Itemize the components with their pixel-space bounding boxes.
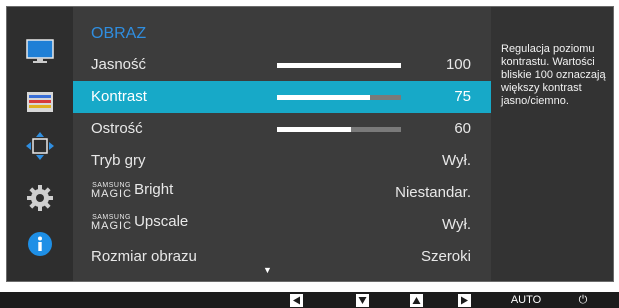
auto-button[interactable]: AUTO <box>506 292 546 308</box>
info-icon[interactable] <box>25 229 55 259</box>
left-button[interactable] <box>290 292 303 308</box>
magic-brand: SAMSUNG MAGIC <box>91 214 133 233</box>
menu-item-kontrast[interactable]: Kontrast 75 <box>73 81 491 113</box>
menu-item-ostrosc[interactable]: Ostrość 60 <box>73 113 491 145</box>
menu-item-label: SAMSUNG MAGIC Upscale <box>91 213 189 233</box>
menu-item-label: Rozmiar obrazu <box>91 248 197 265</box>
sharpness-slider[interactable] <box>277 127 401 132</box>
picture-menu: OBRAZ Jasność 100 Kontrast 75 Ostrość 60… <box>73 7 491 281</box>
menu-item-value: Wył. <box>441 152 471 169</box>
button-guide-bar: AUTO ⏻ <box>0 292 619 308</box>
contrast-slider[interactable] <box>277 95 401 100</box>
up-arrow-icon <box>410 293 423 307</box>
menu-item-value: 75 <box>454 88 471 105</box>
menu-item-label: SAMSUNG MAGIC Bright <box>91 181 174 201</box>
menu-item-value: 60 <box>454 120 471 137</box>
magic-brand: SAMSUNG MAGIC <box>91 182 133 201</box>
size-position-icon[interactable] <box>25 131 55 161</box>
color-bars-icon[interactable] <box>25 87 55 117</box>
down-arrow-icon <box>356 293 369 307</box>
menu-item-value: 100 <box>445 56 471 73</box>
brightness-slider[interactable] <box>277 63 401 68</box>
menu-item-label: Jasność <box>91 56 147 73</box>
menu-item-tryb-gry[interactable]: Tryb gry Wył. <box>73 145 491 177</box>
menu-item-magic-bright[interactable]: SAMSUNG MAGIC Bright Niestandar. <box>73 177 491 209</box>
power-icon: ⏻ <box>578 293 588 306</box>
menu-title: OBRAZ <box>91 25 147 42</box>
left-arrow-icon <box>290 293 303 307</box>
menu-item-label: Kontrast <box>91 88 147 105</box>
menu-item-magic-upscale[interactable]: SAMSUNG MAGIC Upscale Wył. <box>73 209 491 241</box>
menu-item-value: Szeroki <box>420 248 471 265</box>
gear-icon[interactable] <box>25 183 55 213</box>
down-button[interactable] <box>356 292 369 308</box>
right-arrow-icon <box>458 293 471 307</box>
monitor-icon[interactable] <box>25 37 55 67</box>
slider-fill <box>277 63 401 68</box>
up-button[interactable] <box>410 292 423 308</box>
help-text: Regulacja poziomu kontrastu. Wartości bl… <box>501 43 606 107</box>
menu-item-value: Niestandar. <box>395 184 471 201</box>
menu-item-jasnosc[interactable]: Jasność 100 <box>73 49 491 81</box>
menu-item-label: Tryb gry <box>91 152 146 169</box>
osd-window: OBRAZ Jasność 100 Kontrast 75 Ostrość 60… <box>6 6 614 282</box>
slider-fill <box>277 95 370 100</box>
auto-label: AUTO <box>510 294 542 306</box>
menu-item-rozmiar-obrazu[interactable]: Rozmiar obrazu Szeroki <box>73 241 491 273</box>
menu-item-value: Wył. <box>441 216 471 233</box>
menu-item-label: Ostrość <box>91 120 143 137</box>
osd-sidebar <box>7 7 73 281</box>
help-panel: Regulacja poziomu kontrastu. Wartości bl… <box>491 7 613 281</box>
power-button[interactable]: ⏻ <box>574 292 592 308</box>
scroll-down-icon[interactable]: ▼ <box>263 265 272 275</box>
right-button[interactable] <box>458 292 471 308</box>
slider-fill <box>277 127 352 132</box>
